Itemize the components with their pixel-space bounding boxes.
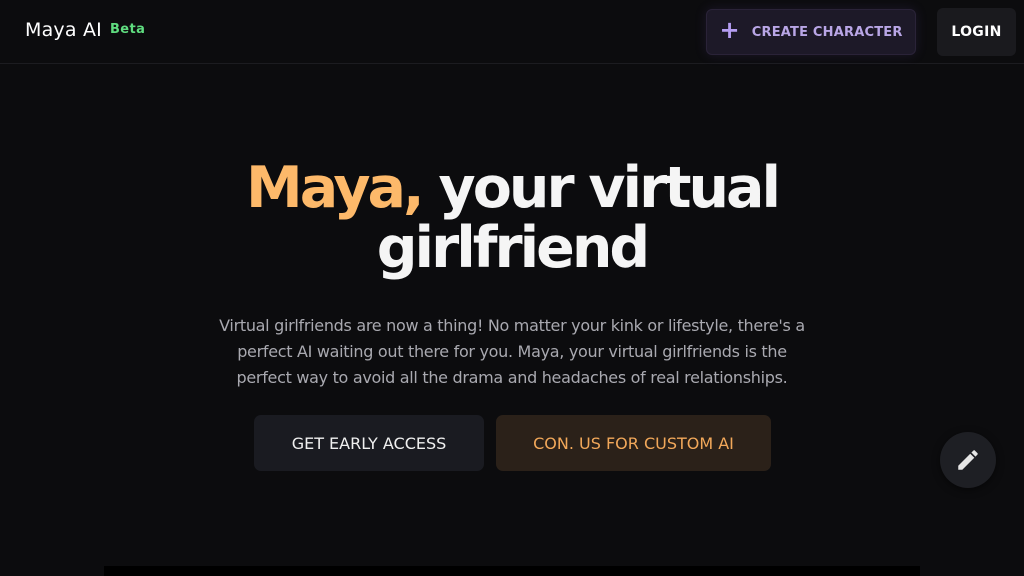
contact-custom-ai-button[interactable]: CON. US FOR CUSTOM AI	[496, 415, 771, 471]
brand-name: Maya AI	[25, 19, 102, 41]
brand-logo[interactable]: Maya AI Beta	[25, 19, 145, 41]
preview-frame-edge	[104, 566, 920, 576]
login-button[interactable]: LOGIN	[937, 8, 1016, 56]
create-character-label: CREATE CHARACTER	[751, 24, 903, 40]
edit-fab-button[interactable]	[940, 432, 996, 488]
create-character-button[interactable]: + CREATE CHARACTER	[706, 9, 916, 55]
beta-badge: Beta	[109, 22, 146, 37]
hero-title-rest: your virtual girlfriend	[376, 155, 781, 281]
hero-title-accent: Maya,	[245, 155, 425, 221]
hero-description: Virtual girlfriends are now a thing! No …	[219, 316, 805, 387]
hero-title: Maya, your virtual girlfriend	[162, 158, 862, 278]
pencil-icon	[958, 450, 978, 470]
top-navbar: Maya AI Beta + CREATE CHARACTER LOGIN	[0, 0, 1024, 64]
get-early-access-button[interactable]: GET EARLY ACCESS	[254, 415, 484, 471]
plus-icon: +	[719, 16, 740, 44]
